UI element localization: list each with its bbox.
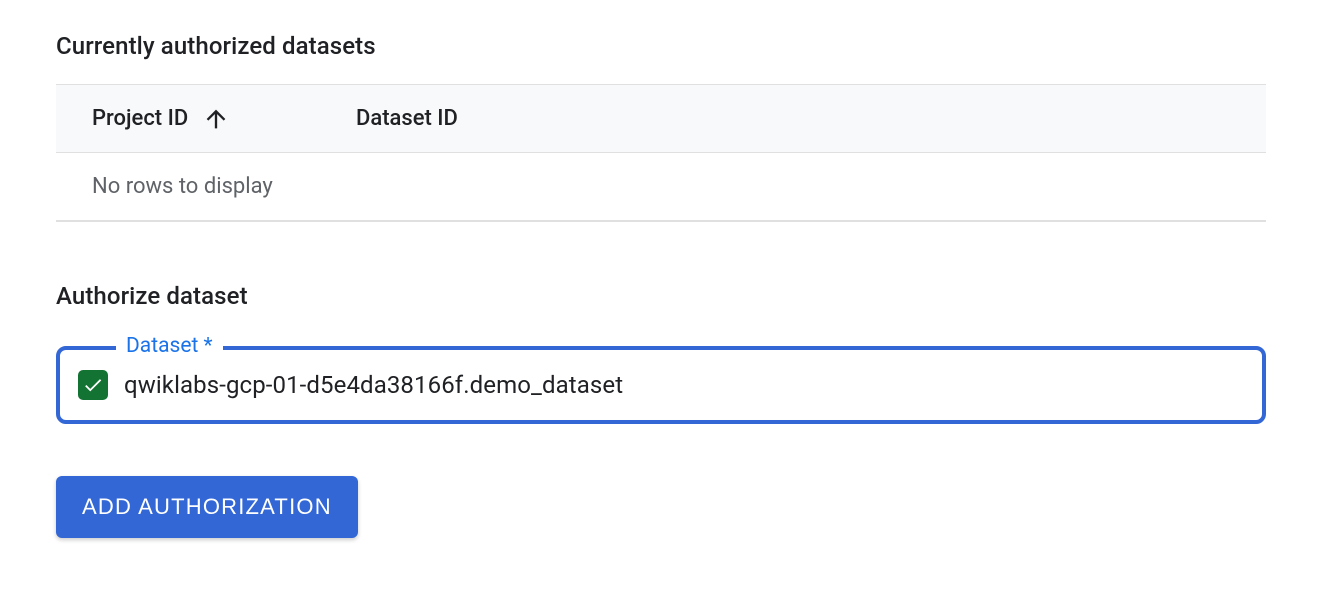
table-empty-message: No rows to display (56, 153, 1266, 221)
authorized-datasets-table: Project ID Dataset ID No rows to display (56, 84, 1266, 222)
column-project-id-label: Project ID (92, 106, 188, 131)
authorize-dataset-title: Authorize dataset (56, 282, 1266, 310)
dataset-field[interactable]: Dataset * qwiklabs-gcp-01-d5e4da38166f.d… (56, 346, 1266, 424)
dataset-field-label: Dataset * (116, 334, 223, 358)
column-dataset-id-label: Dataset ID (356, 106, 458, 131)
checkmark-icon (78, 370, 108, 400)
current-authorized-title: Currently authorized datasets (56, 32, 1266, 60)
column-project-id[interactable]: Project ID (56, 105, 356, 133)
table-header: Project ID Dataset ID (56, 85, 1266, 153)
arrow-up-icon[interactable] (202, 105, 230, 133)
add-authorization-button[interactable]: ADD AUTHORIZATION (56, 476, 358, 538)
column-dataset-id[interactable]: Dataset ID (356, 106, 458, 131)
dataset-selected-value: qwiklabs-gcp-01-d5e4da38166f.demo_datase… (124, 371, 623, 399)
